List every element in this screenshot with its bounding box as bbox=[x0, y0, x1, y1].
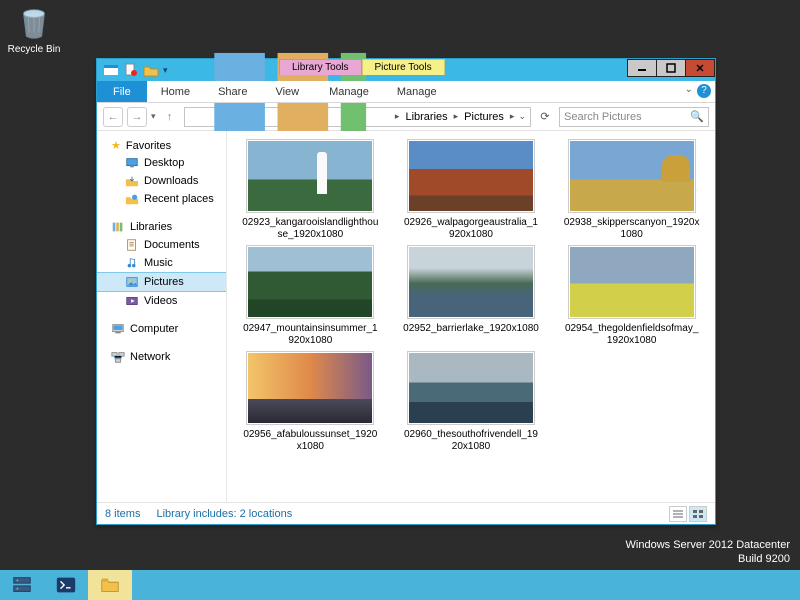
refresh-button[interactable]: ⟳ bbox=[535, 110, 555, 123]
thumbnail-icon bbox=[246, 245, 374, 319]
ribbon-file[interactable]: File bbox=[97, 81, 147, 102]
nav-recent[interactable]: Recent places bbox=[97, 190, 226, 208]
file-item[interactable]: 02952_barrierlake_1920x1080 bbox=[392, 245, 551, 347]
taskbar[interactable] bbox=[0, 570, 800, 600]
ribbon-manage-library[interactable]: Manage bbox=[315, 81, 383, 102]
nav-videos[interactable]: Videos bbox=[97, 292, 226, 310]
ribbon-manage-picture[interactable]: Manage bbox=[383, 81, 451, 102]
qat-newfolder-icon[interactable] bbox=[143, 62, 159, 78]
thumbnail-icon bbox=[246, 139, 374, 213]
ribbon-share[interactable]: Share bbox=[204, 81, 261, 102]
status-count: 8 items bbox=[105, 508, 140, 520]
file-item[interactable]: 02923_kangarooislandlighthouse_1920x1080 bbox=[231, 139, 390, 241]
nav-computer[interactable]: Computer bbox=[97, 320, 226, 338]
watermark: Windows Server 2012 Datacenter Build 920… bbox=[626, 538, 790, 566]
thumbnail-icon bbox=[246, 351, 374, 425]
breadcrumb[interactable]: ▸ Libraries ▸ Pictures ▸ ⌄ bbox=[184, 107, 531, 127]
view-thumbnails-button[interactable] bbox=[689, 506, 707, 522]
titlebar[interactable]: ▾ Pictures Library Tools Picture Tools bbox=[97, 59, 715, 81]
search-placeholder: Search Pictures bbox=[564, 111, 642, 123]
thumbnail-icon bbox=[407, 245, 535, 319]
recycle-bin[interactable]: Recycle Bin bbox=[6, 4, 62, 55]
taskbar-powershell[interactable] bbox=[44, 570, 88, 600]
nav-favorites[interactable]: ★Favorites bbox=[97, 137, 226, 154]
nav-pictures[interactable]: Pictures bbox=[97, 272, 226, 292]
context-tab-picture[interactable]: Picture Tools bbox=[362, 59, 445, 75]
address-dropdown-icon[interactable]: ⌄ bbox=[518, 111, 526, 122]
crumb-libraries[interactable]: Libraries bbox=[403, 111, 449, 123]
address-bar: ← → ▾ ↑ ▸ Libraries ▸ Pictures ▸ ⌄ ⟳ Sea… bbox=[97, 103, 715, 131]
nav-libraries[interactable]: Libraries bbox=[97, 218, 226, 236]
nav-music[interactable]: Music bbox=[97, 254, 226, 272]
recycle-bin-icon bbox=[15, 4, 53, 42]
context-tab-library[interactable]: Library Tools bbox=[279, 59, 362, 75]
explorer-window: ▾ Pictures Library Tools Picture Tools F… bbox=[96, 58, 716, 525]
forward-button[interactable]: → bbox=[127, 107, 147, 127]
file-name: 02954_thegoldenfieldsofmay_1920x1080 bbox=[552, 323, 711, 347]
file-item[interactable]: 02956_afabuloussunset_1920x1080 bbox=[231, 351, 390, 453]
file-item[interactable]: 02960_thesouthofrivendell_1920x1080 bbox=[392, 351, 551, 453]
search-icon: 🔍 bbox=[690, 110, 704, 123]
maximize-button[interactable] bbox=[656, 59, 686, 77]
file-item[interactable]: 02954_thegoldenfieldsofmay_1920x1080 bbox=[552, 245, 711, 347]
up-button[interactable]: ↑ bbox=[160, 107, 180, 127]
content-pane[interactable]: 02923_kangarooislandlighthouse_1920x1080… bbox=[227, 131, 715, 502]
status-locations: Library includes: 2 locations bbox=[156, 508, 292, 520]
file-name: 02938_skipperscanyon_1920x1080 bbox=[552, 217, 711, 241]
crumb-pictures[interactable]: Pictures bbox=[462, 111, 506, 123]
nav-documents[interactable]: Documents bbox=[97, 236, 226, 254]
window-icon[interactable] bbox=[103, 62, 119, 78]
recycle-bin-label: Recycle Bin bbox=[8, 44, 61, 55]
recent-locations-icon[interactable]: ▾ bbox=[151, 111, 156, 122]
ribbon-home[interactable]: Home bbox=[147, 81, 204, 102]
thumbnail-icon bbox=[568, 245, 696, 319]
qat-dropdown-icon[interactable]: ▾ bbox=[163, 65, 168, 76]
file-name: 02952_barrierlake_1920x1080 bbox=[392, 323, 551, 335]
file-item[interactable]: 02947_mountainsinsummer_1920x1080 bbox=[231, 245, 390, 347]
back-button[interactable]: ← bbox=[103, 107, 123, 127]
thumbnail-icon bbox=[407, 139, 535, 213]
nav-pane: ★Favorites Desktop Downloads Recent plac… bbox=[97, 131, 227, 502]
status-bar: 8 items Library includes: 2 locations bbox=[97, 502, 715, 524]
nav-network[interactable]: Network bbox=[97, 348, 226, 366]
search-input[interactable]: Search Pictures 🔍 bbox=[559, 107, 709, 127]
nav-desktop[interactable]: Desktop bbox=[97, 154, 226, 172]
help-icon[interactable]: ? bbox=[697, 84, 711, 98]
ribbon-expand-icon[interactable]: ⌄ bbox=[685, 84, 693, 95]
file-name: 02960_thesouthofrivendell_1920x1080 bbox=[392, 429, 551, 453]
thumbnail-icon bbox=[407, 351, 535, 425]
file-name: 02926_walpagorgeaustralia_1920x1080 bbox=[392, 217, 551, 241]
thumbnail-icon bbox=[568, 139, 696, 213]
file-item[interactable]: 02938_skipperscanyon_1920x1080 bbox=[552, 139, 711, 241]
nav-downloads[interactable]: Downloads bbox=[97, 172, 226, 190]
close-button[interactable] bbox=[685, 59, 715, 77]
file-name: 02923_kangarooislandlighthouse_1920x1080 bbox=[231, 217, 390, 241]
file-name: 02947_mountainsinsummer_1920x1080 bbox=[231, 323, 390, 347]
ribbon-view[interactable]: View bbox=[261, 81, 313, 102]
minimize-button[interactable] bbox=[627, 59, 657, 77]
file-name: 02956_afabuloussunset_1920x1080 bbox=[231, 429, 390, 453]
file-item[interactable]: 02926_walpagorgeaustralia_1920x1080 bbox=[392, 139, 551, 241]
ribbon: File Home Share View Manage Manage ⌄ ? bbox=[97, 81, 715, 103]
taskbar-server-manager[interactable] bbox=[0, 570, 44, 600]
taskbar-explorer[interactable] bbox=[88, 570, 132, 600]
qat-properties-icon[interactable] bbox=[123, 62, 139, 78]
view-details-button[interactable] bbox=[669, 506, 687, 522]
